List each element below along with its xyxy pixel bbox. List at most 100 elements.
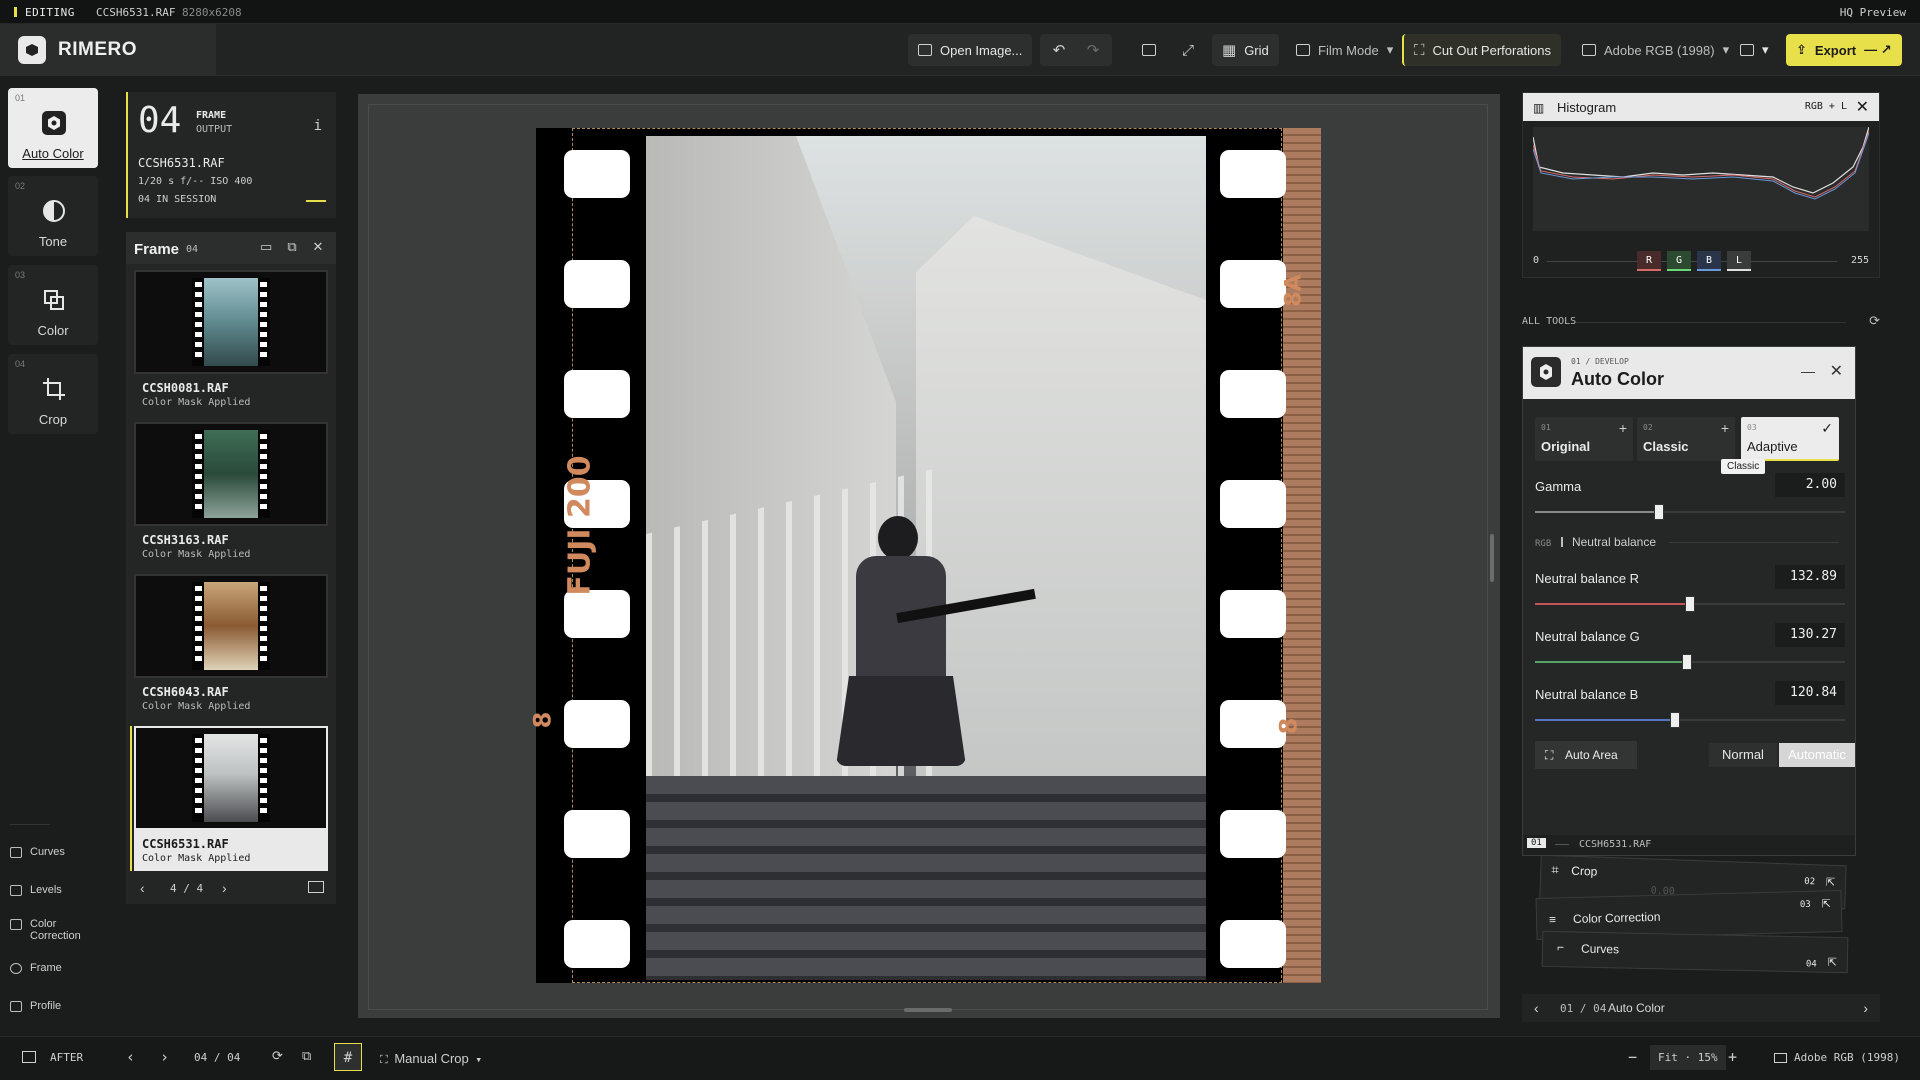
preset-number: 03: [1747, 423, 1757, 432]
expand-icon[interactable]: ⇱: [1826, 876, 1836, 889]
nb-b-slider-handle[interactable]: [1669, 712, 1680, 728]
gamma-slider-handle[interactable]: [1654, 504, 1664, 520]
list-item[interactable]: CCSH6043.RAF Color Mask Applied: [134, 574, 328, 719]
nb-r-slider-handle[interactable]: [1685, 596, 1695, 612]
rotate-icon[interactable]: ⟳: [272, 1049, 283, 1064]
cut-out-perforations-toggle[interactable]: ⛶ Cut Out Perforations: [1402, 34, 1562, 66]
lower-tool-levels[interactable]: Levels: [10, 884, 62, 896]
grid-toggle[interactable]: ▦ Grid: [1212, 34, 1279, 66]
flip-icon[interactable]: ⧉: [302, 1049, 311, 1064]
minimize-icon[interactable]: —: [1801, 363, 1815, 379]
compare-icon[interactable]: [22, 1051, 36, 1063]
grid-overlay-toggle[interactable]: #: [334, 1043, 362, 1071]
crop-icon: ⌗: [1551, 862, 1559, 878]
undo-icon[interactable]: ↶: [1053, 41, 1066, 59]
gamma-value[interactable]: 2.00: [1775, 473, 1845, 497]
channel-r-toggle[interactable]: R: [1637, 251, 1661, 271]
channel-l-toggle[interactable]: L: [1727, 251, 1751, 271]
thumbnail-photo: [204, 430, 258, 518]
zoom-out-icon[interactable]: −: [1628, 1048, 1637, 1066]
expand-icon[interactable]: ⇱: [1821, 897, 1831, 910]
channel-b-toggle[interactable]: B: [1697, 251, 1721, 271]
refresh-icon[interactable]: ⟳: [1869, 314, 1880, 329]
nb-g-value[interactable]: 130.27: [1775, 623, 1845, 647]
chevron-left-icon[interactable]: ‹: [1534, 1000, 1539, 1016]
building-shape: [916, 216, 1206, 776]
nb-b-value[interactable]: 120.84: [1775, 681, 1845, 705]
chevron-right-icon[interactable]: ›: [222, 880, 227, 896]
export-button[interactable]: ⇪ Export — ↗: [1786, 34, 1902, 66]
fullscreen-button[interactable]: ⤢: [1172, 34, 1204, 66]
stack-card-curves[interactable]: ⌐ Curves 04 ⇱: [1541, 930, 1849, 974]
chevron-left-icon[interactable]: ‹: [126, 1048, 135, 1066]
rail-item-crop[interactable]: 04 Crop: [8, 354, 98, 434]
rail-item-tone[interactable]: 02 Tone: [8, 176, 98, 256]
manual-crop-dropdown[interactable]: ⛶ Manual Crop ▾: [380, 1051, 482, 1067]
lower-tool-profile[interactable]: Profile: [10, 1000, 61, 1012]
nb-g-slider-fill: [1535, 661, 1687, 663]
hq-preview-label[interactable]: HQ Preview: [1840, 6, 1906, 19]
pager-label: 4 / 4: [170, 882, 204, 895]
chevron-right-icon[interactable]: ›: [160, 1048, 169, 1066]
neutral-balance-g-control: Neutral balance G 130.27: [1535, 623, 1845, 671]
auto-area-button[interactable]: ⛶ Auto Area: [1535, 741, 1637, 769]
close-icon[interactable]: ✕: [1830, 361, 1843, 381]
chevron-left-icon[interactable]: ‹: [140, 880, 145, 896]
close-icon[interactable]: ✕: [312, 240, 324, 253]
channel-g-toggle[interactable]: G: [1667, 251, 1691, 271]
thumbnail-name: CCSH0081.RAF: [142, 381, 229, 395]
info-icon[interactable]: i: [314, 118, 322, 134]
automatic-toggle[interactable]: Automatic: [1779, 743, 1855, 767]
film-mode-dropdown[interactable]: Film Mode ▾: [1286, 34, 1403, 66]
nb-g-slider-handle[interactable]: [1681, 654, 1692, 670]
plus-icon[interactable]: +: [1721, 420, 1729, 436]
redo-icon[interactable]: ↷: [1087, 41, 1100, 59]
lower-tool-label: Color Correction: [30, 918, 81, 942]
open-image-button[interactable]: Open Image...: [908, 34, 1033, 66]
panel-resize-handle[interactable]: [1490, 534, 1494, 582]
zoom-level[interactable]: Fit · 15%: [1650, 1045, 1726, 1070]
thumbnail-photo: [204, 582, 258, 670]
after-label[interactable]: AFTER: [50, 1051, 83, 1064]
lower-tool-curves[interactable]: Curves: [10, 846, 65, 858]
rail-item-auto-color[interactable]: 01 Auto Color: [8, 88, 98, 168]
compare-button[interactable]: [1132, 34, 1166, 66]
list-item[interactable]: CCSH3163.RAF Color Mask Applied: [134, 422, 328, 567]
plus-icon[interactable]: +: [1619, 420, 1627, 436]
histogram-mode[interactable]: RGB + L: [1805, 101, 1847, 112]
preset-classic[interactable]: 02 Classic +: [1637, 417, 1735, 461]
lower-tool-color-correction[interactable]: Color Correction: [10, 918, 90, 942]
expand-icon[interactable]: ⇱: [1827, 956, 1836, 969]
color-space-dropdown[interactable]: Adobe RGB (1998) ▾: [1572, 34, 1739, 66]
popout-panel-icon[interactable]: ⧉: [286, 240, 298, 253]
chevron-right-icon[interactable]: ›: [1863, 1000, 1868, 1016]
film-mode-label: Film Mode: [1318, 42, 1379, 58]
minimize-panel-icon[interactable]: ▭: [260, 240, 272, 253]
list-item[interactable]: CCSH0081.RAF Color Mask Applied: [134, 270, 328, 415]
frame-number: 04: [138, 100, 182, 141]
nb-r-value[interactable]: 132.89: [1775, 565, 1845, 589]
curves-icon: ⌐: [1556, 940, 1565, 955]
close-icon[interactable]: ✕: [1856, 97, 1869, 117]
lower-tool-frame[interactable]: Frame: [10, 962, 62, 974]
grid-view-icon[interactable]: [308, 881, 324, 893]
auto-area-label: Auto Area: [1565, 748, 1618, 762]
all-tools-label: ALL TOOLS: [1522, 316, 1577, 327]
canvas-resize-handle[interactable]: [904, 1008, 952, 1012]
histogram-curves: [1532, 126, 1870, 200]
status-filename: CCSH6531.RAF: [96, 6, 176, 19]
zoom-in-icon[interactable]: +: [1728, 1048, 1737, 1066]
frame-session: 04 IN SESSION: [138, 194, 217, 205]
film-negative: [192, 582, 270, 670]
preset-original[interactable]: 01 Original +: [1535, 417, 1633, 461]
normal-toggle[interactable]: Normal: [1709, 743, 1777, 767]
preset-adaptive[interactable]: 03 Adaptive ✓: [1741, 417, 1839, 461]
split-view-icon: [1142, 44, 1156, 56]
frame-title: FRAME: [196, 110, 227, 121]
layout-dropdown[interactable]: ▾: [1730, 34, 1779, 66]
list-item-selected[interactable]: CCSH6531.RAF Color Mask Applied: [130, 726, 328, 871]
perforations: [260, 434, 267, 514]
film-negative: [192, 734, 270, 822]
monitor-icon: [1774, 1053, 1787, 1063]
rail-item-color[interactable]: 03 Color: [8, 265, 98, 345]
